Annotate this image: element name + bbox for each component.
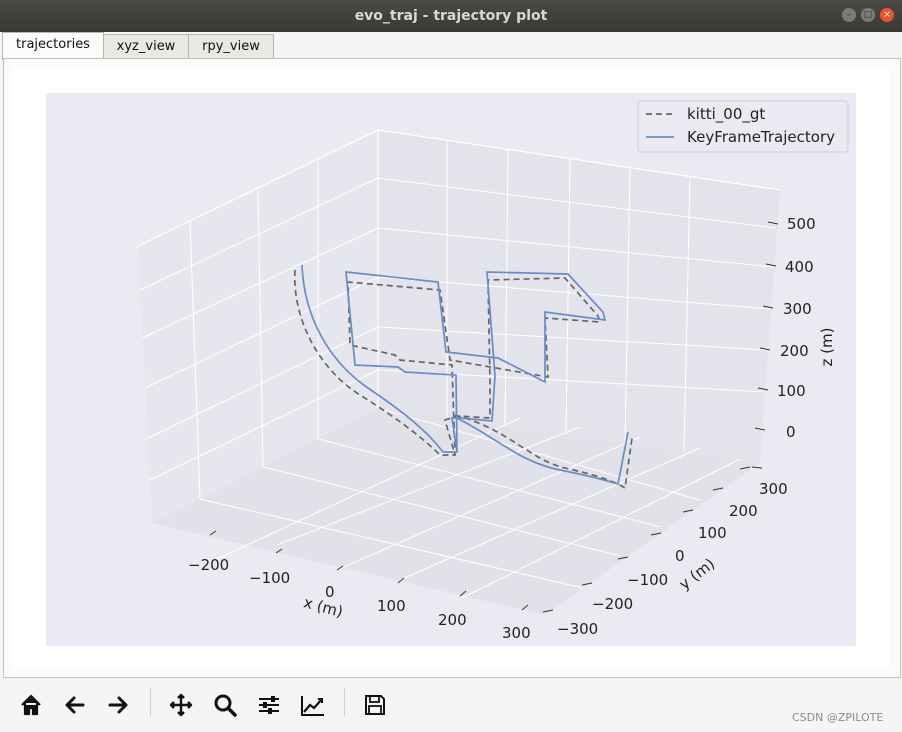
arrow-right-icon[interactable] <box>103 690 133 720</box>
z-tick-label: 0 <box>786 423 796 441</box>
watermark: CSDN @ZPILOTE <box>792 711 884 724</box>
sliders-icon[interactable] <box>254 690 284 720</box>
navigation-toolbar <box>0 680 902 732</box>
z-tick-label: 200 <box>780 342 809 360</box>
x-tick-label: 100 <box>377 597 406 615</box>
z-tick-label: 100 <box>777 382 806 400</box>
y-tick-label: 100 <box>698 524 727 542</box>
close-icon[interactable]: × <box>880 8 894 22</box>
y-tick-label: 300 <box>759 480 788 498</box>
x-tick-label: 200 <box>438 611 467 629</box>
tab-trajectories[interactable]: trajectories <box>2 32 104 60</box>
z-tick-label: 500 <box>787 215 816 233</box>
maximize-icon[interactable]: □ <box>861 8 875 22</box>
x-tick-label: −100 <box>249 569 290 587</box>
tab-rpy-view[interactable]: rpy_view <box>188 34 274 59</box>
home-icon[interactable] <box>16 690 46 720</box>
y-tick-label: 200 <box>729 502 758 520</box>
window-title: evo_traj - trajectory plot <box>354 8 548 24</box>
z-tick-label: 300 <box>783 300 812 318</box>
tab-xyz-view[interactable]: xyz_view <box>103 34 189 59</box>
x-tick-label: 300 <box>502 624 531 642</box>
figure-canvas[interactable]: 500 400 300 200 100 0 z (m) −200 −100 0 … <box>12 67 890 669</box>
window-titlebar: evo_traj - trajectory plot – □ × <box>0 0 902 32</box>
chart-line-icon[interactable] <box>298 690 328 720</box>
minimize-icon[interactable]: – <box>842 8 856 22</box>
arrow-left-icon[interactable] <box>60 690 90 720</box>
z-tick-label: 400 <box>785 258 814 276</box>
floppy-icon[interactable] <box>360 690 390 720</box>
legend: kitti_00_gt KeyFrameTrajectory <box>637 100 849 153</box>
legend-label-gt: kitti_00_gt <box>687 105 765 124</box>
y-tick-label: −100 <box>627 571 668 589</box>
x-tick-label: −200 <box>188 556 229 574</box>
toolbar-separator <box>344 688 345 716</box>
y-tick-label: −300 <box>557 620 598 638</box>
trajectory-3d-plot[interactable]: 500 400 300 200 100 0 z (m) −200 −100 0 … <box>12 67 890 669</box>
move-icon[interactable] <box>166 690 196 720</box>
toolbar-separator <box>150 688 151 716</box>
magnifier-icon[interactable] <box>210 690 240 720</box>
y-tick-label: −200 <box>592 595 633 613</box>
legend-label-keyframe: KeyFrameTrajectory <box>687 128 835 146</box>
y-tick-label: 0 <box>675 547 685 565</box>
tab-bar: trajectories xyz_view rpy_view <box>0 32 902 60</box>
z-axis-label: z (m) <box>818 328 836 367</box>
